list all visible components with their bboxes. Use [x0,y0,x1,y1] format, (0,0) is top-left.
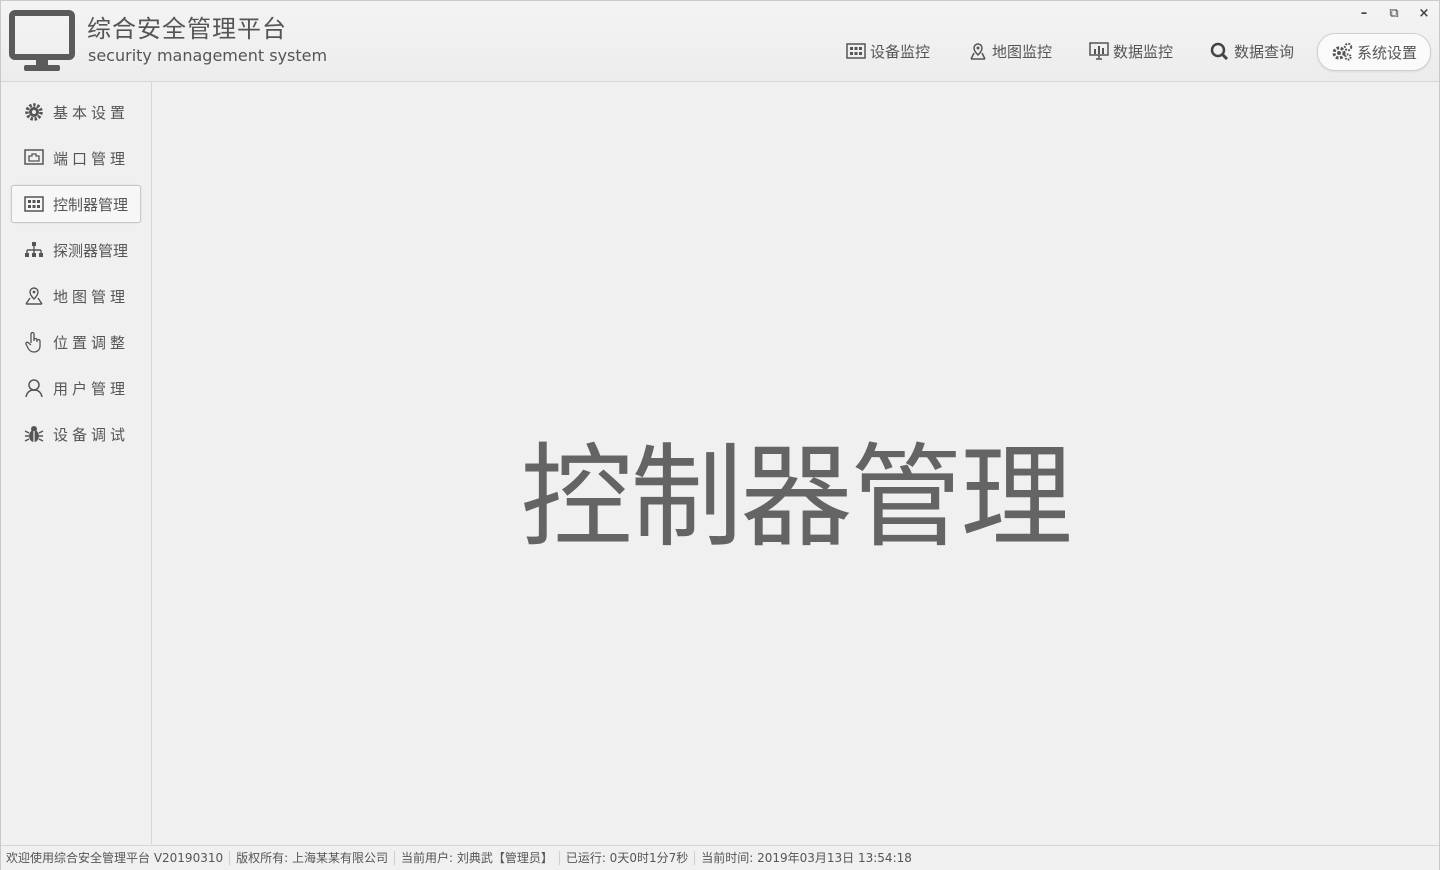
main-content: 控制器管理 [152,82,1439,844]
header: 综合安全管理平台 security management system – ⧉ … [1,1,1439,82]
nav-system-settings-label: 系统设置 [1356,43,1417,62]
gears-icon [1332,42,1353,61]
controller-icon [23,193,45,215]
sidebar-item-label: 地图管理 [53,287,130,306]
map-pin-icon [970,43,986,60]
restore-button[interactable]: ⧉ [1384,5,1404,23]
sidebar-item-port-management[interactable]: 端口管理 [11,139,141,177]
sidebar-item-label: 基本设置 [53,103,130,122]
sidebar-item-label: 用户管理 [53,379,130,398]
sidebar-item-label: 控制器管理 [53,195,129,214]
nav-data-monitor[interactable]: 数据监控 [1089,35,1173,67]
sidebar-item-position-adjust[interactable]: 位置调整 [11,323,141,361]
status-current-time: 当前时间: 2019年03月13日 13:54:18 [701,851,912,865]
gear-icon [23,101,45,123]
app-subtitle: security management system [88,46,328,65]
port-icon [23,147,45,169]
status-current-user: 当前用户: 刘典武【管理员】 [395,851,560,865]
map-pin-icon [23,285,45,307]
nav-device-monitor[interactable]: 设备监控 [846,35,930,67]
sidebar-item-label: 设备调试 [53,425,130,444]
close-button[interactable]: × [1414,5,1434,23]
sidebar-item-basic-settings[interactable]: 基本设置 [11,93,141,131]
nav-device-monitor-label: 设备监控 [870,42,931,61]
user-icon [23,377,45,399]
sidebar-item-controller-management[interactable]: 控制器管理 [11,185,141,223]
search-icon [1210,42,1229,60]
nav-map-monitor[interactable]: 地图监控 [968,35,1052,67]
sidebar-item-detector-management[interactable]: 探测器管理 [11,231,141,269]
bar-chart-monitor-icon [1089,42,1109,60]
minimize-button[interactable]: – [1354,5,1374,23]
nav-system-settings[interactable]: 系统设置 [1317,33,1431,71]
sidebar: 基本设置 端口管理 控制器管理 探测器管理 地图管理 位置调整 用户管理 设备调… [1,82,152,844]
sidebar-item-label: 端口管理 [53,149,130,168]
sidebar-item-label: 探测器管理 [53,241,129,260]
status-bar: 欢迎使用综合安全管理平台 V20190310 版权所有: 上海某某有限公司 当前… [1,845,1439,870]
sidebar-item-map-management[interactable]: 地图管理 [11,277,141,315]
bug-icon [23,423,45,445]
status-welcome: 欢迎使用综合安全管理平台 V20190310 [1,851,231,865]
nav-data-monitor-label: 数据监控 [1113,42,1174,61]
status-copyright: 版权所有: 上海某某有限公司 [230,851,395,865]
grid-panel-icon [846,43,866,59]
status-uptime: 已运行: 0天0时1分7秒 [560,851,696,865]
hand-pointer-icon [23,331,45,353]
monitor-logo-icon [9,10,75,71]
nav-data-query[interactable]: 数据查询 [1210,35,1294,67]
app-window: 综合安全管理平台 security management system – ⧉ … [0,0,1440,870]
app-title: 综合安全管理平台 [87,15,287,43]
sidebar-item-label: 位置调整 [53,333,130,352]
sidebar-item-device-debug[interactable]: 设备调试 [11,415,141,453]
sidebar-item-user-management[interactable]: 用户管理 [11,369,141,407]
page-title: 控制器管理 [520,433,1073,563]
hierarchy-icon [23,239,45,261]
nav-data-query-label: 数据查询 [1234,42,1295,61]
nav-map-monitor-label: 地图监控 [992,42,1053,61]
